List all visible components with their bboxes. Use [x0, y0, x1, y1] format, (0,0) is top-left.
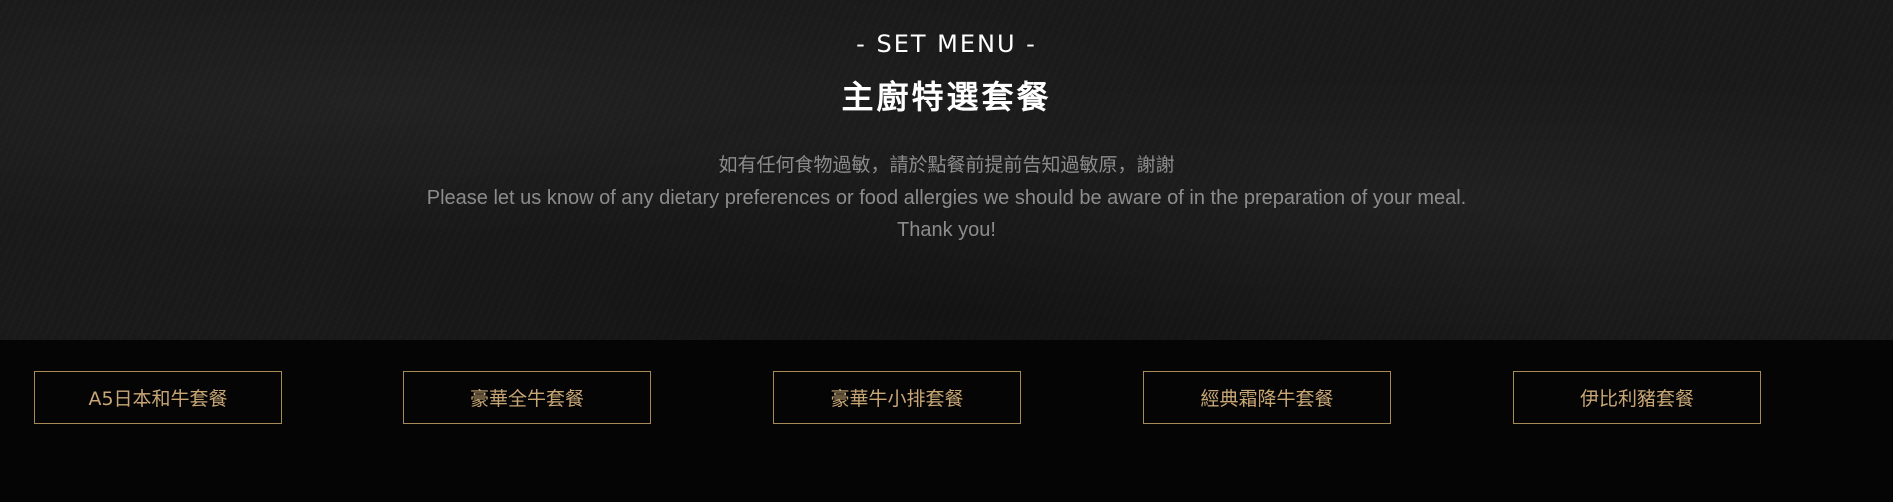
- tab-deluxe-short-rib-set[interactable]: 豪華牛小排套餐: [773, 371, 1021, 424]
- thank-you-text: Thank you!: [897, 219, 996, 241]
- page-title: 主廚特選套餐: [841, 78, 1052, 116]
- allergy-notice-en: Please let us know of any dietary prefer…: [426, 187, 1467, 209]
- set-menu-hero: - SET MENU - 主廚特選套餐 如有任何食物過敏，請於點餐前提前告知過敏…: [0, 0, 1893, 340]
- tab-iberico-pork-set[interactable]: 伊比利豬套餐: [1513, 371, 1761, 424]
- section-eyebrow: - SET MENU -: [856, 30, 1037, 58]
- tab-classic-marbled-beef-set[interactable]: 經典霜降牛套餐: [1143, 371, 1391, 424]
- allergy-notice-zh: 如有任何食物過敏，請於點餐前提前告知過敏原，謝謝: [718, 154, 1175, 176]
- tab-deluxe-beef-set[interactable]: 豪華全牛套餐: [403, 371, 651, 424]
- set-menu-tabs: A5日本和牛套餐 豪華全牛套餐 豪華牛小排套餐 經典霜降牛套餐 伊比利豬套餐: [0, 340, 1893, 502]
- tab-a5-wagyu-set[interactable]: A5日本和牛套餐: [34, 371, 282, 424]
